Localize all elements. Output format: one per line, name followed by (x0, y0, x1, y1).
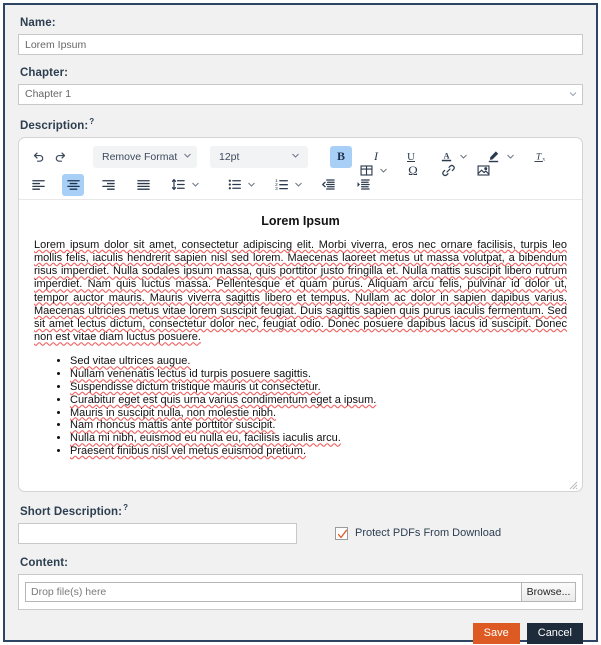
content-dropzone[interactable]: Drop file(s) here Browse... (18, 573, 583, 610)
chapter-label: Chapter: (20, 67, 69, 79)
chapter-select-value: Chapter 1 (18, 84, 583, 105)
document-bullet-list: Sed vitae ultrices augue. Nullam venenat… (34, 355, 567, 457)
chevron-down-icon[interactable] (377, 160, 389, 182)
description-help-icon[interactable]: ? (89, 117, 94, 126)
align-left-icon[interactable] (27, 174, 49, 196)
undo-icon[interactable] (27, 146, 49, 168)
svg-text:T: T (536, 153, 542, 163)
font-size-label: 12pt (219, 150, 240, 163)
content-label: Content: (20, 556, 69, 569)
omega-label: Ω (408, 162, 418, 178)
resize-grip-icon[interactable] (568, 477, 578, 490)
chevron-down-icon[interactable] (189, 174, 201, 196)
short-description-label: Short Description:? (20, 503, 583, 518)
editor-toolbar-row-1: Remove Format 12pt B I U A T x (19, 143, 582, 171)
svg-text:2: 2 (275, 182, 278, 187)
description-label-text: Description: (20, 119, 89, 132)
link-icon[interactable] (437, 160, 459, 182)
editor-content-area[interactable]: Lorem Ipsum Lorem ipsum dolor sit amet, … (19, 200, 582, 490)
list-item: Praesent finibus nisl vel metus euismod … (70, 445, 567, 458)
chapter-select[interactable]: Chapter 1 (18, 84, 583, 105)
protect-pdfs-checkbox-row[interactable]: Protect PDFs From Download (335, 526, 502, 540)
clear-format-button[interactable]: Tx (529, 146, 551, 168)
document-paragraph: Lorem ipsum dolor sit amet, consectetur … (34, 238, 567, 344)
special-character-icon[interactable]: Ω (402, 160, 424, 182)
action-buttons: Save Cancel (18, 622, 583, 644)
image-icon[interactable] (472, 160, 494, 182)
protect-pdfs-label: Protect PDFs From Download (355, 527, 502, 540)
align-justify-icon[interactable] (132, 174, 154, 196)
cancel-button[interactable]: Cancel (526, 622, 583, 644)
protect-pdfs-checkbox[interactable] (335, 526, 348, 540)
chevron-down-icon (569, 90, 577, 97)
name-label: Name: (20, 17, 56, 29)
font-size-select[interactable]: 12pt (210, 145, 308, 168)
chevron-down-icon[interactable] (504, 146, 516, 168)
short-description-row: Protect PDFs From Download (18, 522, 583, 544)
remove-format-label: Remove Format (102, 150, 178, 163)
editor-toolbar-row-2: 123 (19, 171, 582, 200)
short-description-input[interactable] (18, 522, 297, 544)
bold-button[interactable]: B (330, 145, 352, 168)
redo-icon[interactable] (49, 146, 71, 168)
list-item: Curabitur eget est quis urna varius cond… (70, 394, 567, 407)
list-item: Suspendisse dictum tristique mauris ut c… (70, 381, 567, 394)
list-item: Nullam venenatis lectus id turpis posuer… (70, 368, 567, 381)
chevron-down-icon (183, 151, 192, 163)
drop-files-text: Drop file(s) here (31, 585, 107, 598)
save-button[interactable]: Save (472, 622, 520, 644)
chevron-down-icon[interactable] (245, 174, 257, 196)
bullet-list-icon[interactable] (223, 174, 245, 196)
chevron-down-icon[interactable] (292, 174, 304, 196)
description-label: Description:? (20, 117, 583, 132)
bold-label: B (336, 149, 345, 164)
chevron-down-icon (291, 151, 300, 163)
short-description-label-text: Short Description: (20, 505, 123, 518)
list-item: Mauris in suscipit nulla, non molestie n… (70, 407, 567, 420)
document-title: Lorem Ipsum (261, 213, 340, 228)
list-item: Nulla mi nibh, euismod eu nulla eu, faci… (70, 432, 567, 445)
line-height-icon[interactable] (167, 174, 189, 196)
rich-text-editor[interactable]: Remove Format 12pt B I U A T x 1 2 3 Ω L… (18, 136, 583, 492)
svg-text:1: 1 (275, 178, 278, 183)
table-icon[interactable] (355, 160, 377, 182)
svg-text:x: x (542, 157, 545, 163)
remove-format-select[interactable]: Remove Format (93, 145, 197, 168)
align-center-icon[interactable] (62, 173, 84, 196)
list-item: Nam rhoncus mattis ante porttitor suscip… (70, 419, 567, 432)
form-panel: Name: Chapter: Chapter 1 Description:? R… (3, 3, 598, 644)
numbered-list-icon[interactable]: 123 (270, 174, 292, 196)
list-item: Sed vitae ultrices augue. (70, 355, 567, 368)
align-right-icon[interactable] (97, 174, 119, 196)
short-description-help-icon[interactable]: ? (123, 503, 128, 512)
browse-button[interactable]: Browse... (521, 582, 575, 601)
name-input[interactable] (18, 34, 583, 55)
outdent-icon[interactable] (317, 174, 339, 196)
svg-text:3: 3 (275, 186, 278, 191)
file-input-row[interactable]: Drop file(s) here Browse... (25, 581, 576, 602)
